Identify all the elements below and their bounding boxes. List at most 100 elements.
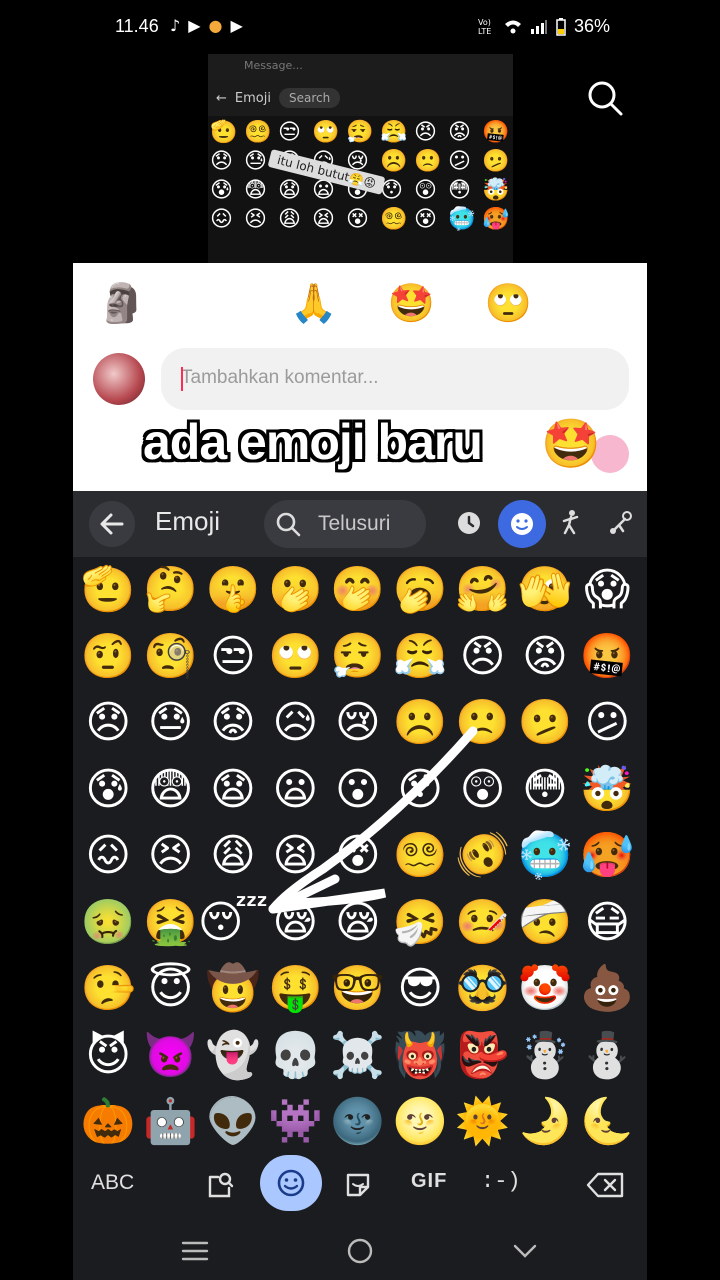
emoji-key[interactable]: 😯 [390,760,450,820]
sticker-icon[interactable] [342,1169,374,1201]
quick-reaction-emoji[interactable]: 🗿 [98,281,145,326]
animals-nature-icon[interactable] [605,507,637,539]
emoji-key[interactable]: 🤫 [203,560,263,620]
emoji-key[interactable]: 😦 [265,760,325,820]
quick-reaction-emoji[interactable]: 🙏 [290,281,337,326]
emoji-tab-button[interactable] [260,1155,322,1211]
emoji-key[interactable]: 🤬 [577,627,637,687]
emoji-key[interactable]: ⛄ [577,1026,637,1086]
emoji-key[interactable]: 👺 [453,1026,513,1086]
emoji-key[interactable]: 😎 [390,959,450,1019]
video-thumbnail[interactable]: Message... ← Emoji Search 🫡 😵‍💫 😒 🙄 😮‍💨 😤 😠 😡 🤬 😞… [208,54,513,264]
emoji-key[interactable]: 🫡 [78,560,138,620]
emoji-key[interactable]: 😓 [141,693,201,753]
emoji-key[interactable]: 🌜 [577,1092,637,1152]
emoji-key[interactable]: 😮 [328,760,388,820]
emoji-key[interactable]: 🤔 [141,560,201,620]
emoji-key[interactable]: 🤥 [78,959,138,1019]
emoji-key[interactable]: 😲 [453,760,513,820]
emoji-key[interactable]: 👾 [265,1092,325,1152]
emoji-key[interactable]: 😫 [265,826,325,886]
emoji-key[interactable]: 🤕 [515,893,575,953]
emoji-key[interactable]: 😡 [515,627,575,687]
emoji-key[interactable]: 🤧 [390,893,450,953]
emoji-key[interactable]: 😵 [328,826,388,886]
emoji-key[interactable]: 🧐 [141,627,201,687]
emoji-key[interactable]: 😪 [265,893,325,953]
quick-reaction-emoji[interactable]: 😹 [195,281,239,326]
emoji-key[interactable]: ☠️ [328,1026,388,1086]
emoji-key[interactable]: 🤒 [453,893,513,953]
person-activity-icon[interactable] [555,507,587,539]
home-icon[interactable] [344,1235,376,1267]
emoji-key[interactable]: 😮‍💨 [328,627,388,687]
emoji-key[interactable]: 😷 [577,893,637,953]
emoji-key[interactable]: 😢 [328,693,388,753]
emoji-key[interactable]: 👻 [203,1026,263,1086]
emoji-key[interactable]: 😖 [78,826,138,886]
emoji-key[interactable]: 💩 [577,959,637,1019]
quick-reaction-emoji[interactable]: 🤩 [387,281,434,326]
emoji-key[interactable]: 🌞 [453,1092,513,1152]
backspace-icon[interactable] [585,1169,627,1201]
comment-input[interactable]: Tambahkan komentar... [161,348,629,410]
emoji-key[interactable]: 🤖 [141,1092,201,1152]
emoticon-button[interactable]: :-) [481,1169,521,1194]
menu-icon[interactable] [179,1235,211,1267]
emoji-key[interactable]: 😩 [203,826,263,886]
chevron-down-icon[interactable] [509,1235,541,1267]
emoji-key[interactable]: 🙄 [265,627,325,687]
emoji-key[interactable]: 👽 [203,1092,263,1152]
emoji-key[interactable]: 😥 [265,693,325,753]
emoji-key[interactable]: 🤡 [515,959,575,1019]
emoji-key[interactable]: 🫢 [265,560,325,620]
emoji-key[interactable]: 👿 [141,1026,201,1086]
emoji-key[interactable]: 🤮 [141,893,201,953]
emoji-key[interactable]: 😟 [203,693,263,753]
emoji-key[interactable]: 🥵 [577,826,637,886]
search-icon[interactable] [585,78,625,118]
emoji-key[interactable]: 🤓 [328,959,388,1019]
emoji-key[interactable]: 🫨 [453,826,513,886]
avatar[interactable] [93,353,145,405]
emoji-key[interactable]: 😠 [453,627,513,687]
emoji-key[interactable]: ☃️ [515,1026,575,1086]
category-smileys-tab[interactable] [498,500,546,548]
emoji-key[interactable]: ☹️ [390,693,450,753]
emoji-key[interactable]: 🫣 [515,560,575,620]
emoji-key[interactable]: 😪 [328,893,388,953]
emoji-key[interactable]: 🌛 [515,1092,575,1152]
emoji-key[interactable]: 🤭 [328,560,388,620]
back-button[interactable] [89,501,135,547]
emoji-search[interactable]: Telusuri [264,500,426,548]
emoji-key[interactable]: 🌝 [390,1092,450,1152]
emoji-key[interactable]: 🤯 [577,760,637,820]
quick-reaction-emoji[interactable]: 🙄 [485,281,532,326]
emoji-key[interactable]: 😰 [78,760,138,820]
emoji-search-kitchen-icon[interactable] [204,1169,236,1201]
emoji-key[interactable]: 🥱 [390,560,450,620]
emoji-key[interactable]: 😣 [141,826,201,886]
emoji-key[interactable]: 😞 [78,693,138,753]
emoji-key[interactable]: 🥶 [515,826,575,886]
abc-button[interactable]: ABC [91,1171,134,1195]
emoji-key[interactable]: 😨 [141,760,201,820]
emoji-key[interactable]: 🌚 [328,1092,388,1152]
emoji-key[interactable]: 🤨 [78,627,138,687]
emoji-key[interactable]: 🤑 [265,959,325,1019]
emoji-key[interactable]: 😳 [515,760,575,820]
emoji-key[interactable]: 😇 [141,959,201,1019]
emoji-key[interactable]: 🎃 [78,1092,138,1152]
emoji-key[interactable]: 😵‍💫 [390,826,450,886]
emoji-key[interactable]: 😧 [203,760,263,820]
emoji-key[interactable]: 😕 [577,693,637,753]
emoji-key[interactable]: 🤢 [78,893,138,953]
recent-clock-icon[interactable] [453,507,485,539]
emoji-key[interactable]: 🤗 [453,560,513,620]
gif-button[interactable]: GIF [411,1170,447,1193]
emoji-key[interactable]: 👹 [390,1026,450,1086]
emoji-key[interactable]: 🤠 [203,959,263,1019]
quick-reaction-emoji[interactable]: 😅 [582,281,622,326]
emoji-key[interactable]: 🫤 [515,693,575,753]
emoji-key[interactable]: 😒 [203,627,263,687]
